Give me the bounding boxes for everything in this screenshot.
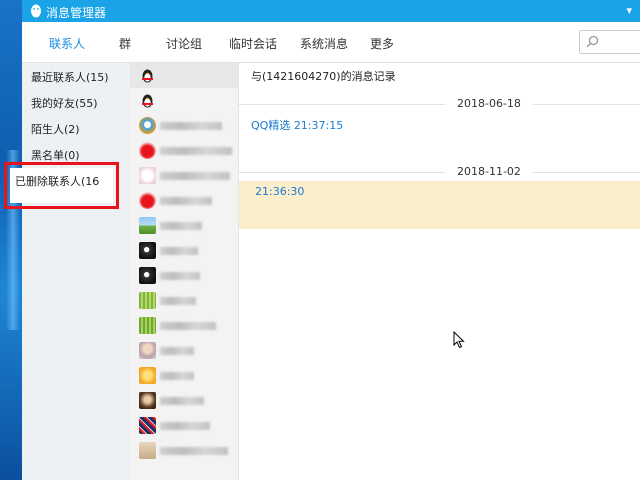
contact-avatar bbox=[139, 217, 156, 234]
contact-avatar bbox=[139, 267, 156, 284]
date-divider: 2018-06-18 bbox=[239, 97, 640, 111]
desktop-background bbox=[0, 0, 22, 480]
tab-groups[interactable]: 群 bbox=[119, 35, 131, 52]
date-divider: 2018-11-02 bbox=[239, 165, 640, 179]
contact-avatar bbox=[139, 117, 156, 134]
sidebar-item-strangers[interactable]: 陌生人(2) bbox=[31, 121, 80, 137]
contact-name-blurred bbox=[160, 447, 228, 455]
message-sender-time: 21:36:30 bbox=[255, 185, 305, 198]
search-icon bbox=[586, 35, 599, 48]
message-sender-time: QQ精选 21:37:15 bbox=[251, 119, 344, 132]
date-label: 2018-11-02 bbox=[445, 165, 533, 178]
search-input[interactable] bbox=[579, 30, 640, 54]
message-manager-window: 消息管理器 ▾ 联系人 群 讨论组 临时会话 系统消息 更多 最近联系人(15)… bbox=[22, 0, 640, 480]
contact-row[interactable] bbox=[130, 238, 238, 263]
contact-name-blurred bbox=[160, 297, 196, 305]
contact-avatar bbox=[139, 317, 156, 334]
contact-name-blurred bbox=[160, 272, 200, 280]
contact-avatar bbox=[139, 192, 156, 209]
contact-row[interactable] bbox=[130, 313, 238, 338]
contact-row[interactable] bbox=[130, 388, 238, 413]
contact-row[interactable] bbox=[130, 338, 238, 363]
contact-category-sidebar: 最近联系人(15) 我的好友(55) 陌生人(2) 黑名单(0) bbox=[22, 63, 130, 480]
contact-avatar bbox=[139, 442, 156, 459]
contact-avatar bbox=[139, 242, 156, 259]
divider-line bbox=[239, 172, 640, 173]
contact-name-blurred bbox=[160, 172, 230, 180]
contact-row[interactable] bbox=[130, 213, 238, 238]
contact-avatar bbox=[139, 392, 156, 409]
contact-name-blurred bbox=[160, 147, 232, 155]
tab-discussions[interactable]: 讨论组 bbox=[166, 35, 202, 52]
contact-avatar bbox=[139, 342, 156, 359]
tab-more[interactable]: 更多 bbox=[370, 35, 394, 52]
sidebar-item-blacklist[interactable]: 黑名单(0) bbox=[31, 147, 80, 163]
contact-row[interactable] bbox=[130, 363, 238, 388]
contact-row-selected[interactable] bbox=[130, 63, 238, 88]
contact-avatar bbox=[139, 417, 156, 434]
message-history-panel: 与(1421604270)的消息记录 2018-06-18 QQ精选 21:37… bbox=[239, 63, 640, 480]
contact-row[interactable] bbox=[130, 163, 238, 188]
contact-avatar bbox=[139, 142, 156, 159]
contact-name-blurred bbox=[160, 247, 198, 255]
window-title: 消息管理器 bbox=[46, 6, 107, 20]
sidebar-item-deleted-contacts[interactable]: 已删除联系人(16 bbox=[15, 173, 99, 189]
mouse-cursor-icon bbox=[453, 331, 465, 349]
contact-row[interactable] bbox=[130, 138, 238, 163]
qq-penguin-avatar bbox=[142, 69, 153, 83]
date-label: 2018-06-18 bbox=[445, 97, 533, 110]
contact-avatar bbox=[139, 167, 156, 184]
history-title: 与(1421604270)的消息记录 bbox=[251, 70, 396, 83]
contact-name-blurred bbox=[160, 397, 204, 405]
contact-name-blurred bbox=[160, 197, 212, 205]
contact-row[interactable] bbox=[130, 113, 238, 138]
divider-line bbox=[239, 104, 640, 105]
contact-name-blurred bbox=[160, 322, 216, 330]
contact-avatar bbox=[139, 292, 156, 309]
contact-avatar bbox=[139, 367, 156, 384]
contact-name-blurred bbox=[160, 122, 222, 130]
contact-name-blurred bbox=[160, 347, 194, 355]
contact-row[interactable] bbox=[130, 438, 238, 463]
sidebar-item-recent[interactable]: 最近联系人(15) bbox=[31, 69, 109, 85]
contact-list bbox=[130, 63, 239, 480]
contact-row[interactable] bbox=[130, 288, 238, 313]
window-menu-icon[interactable]: ▾ bbox=[626, 4, 632, 17]
category-tabs: 联系人 群 讨论组 临时会话 系统消息 更多 bbox=[22, 22, 640, 63]
sidebar-item-friends[interactable]: 我的好友(55) bbox=[31, 95, 98, 111]
red-annotation-box: 已删除联系人(16 bbox=[4, 162, 119, 209]
contact-row[interactable] bbox=[130, 413, 238, 438]
title-bar: 消息管理器 ▾ bbox=[22, 0, 640, 22]
contact-name-blurred bbox=[160, 422, 210, 430]
contact-name-blurred bbox=[160, 222, 202, 230]
tab-temp-sessions[interactable]: 临时会话 bbox=[229, 35, 277, 52]
contact-name-blurred bbox=[160, 372, 194, 380]
tab-contacts[interactable]: 联系人 bbox=[49, 35, 85, 52]
contact-row[interactable] bbox=[130, 188, 238, 213]
contact-row[interactable] bbox=[130, 263, 238, 288]
qq-penguin-icon bbox=[31, 4, 41, 18]
tab-system-messages[interactable]: 系统消息 bbox=[300, 35, 348, 52]
qq-penguin-avatar bbox=[142, 94, 153, 108]
contact-row[interactable] bbox=[130, 88, 238, 113]
